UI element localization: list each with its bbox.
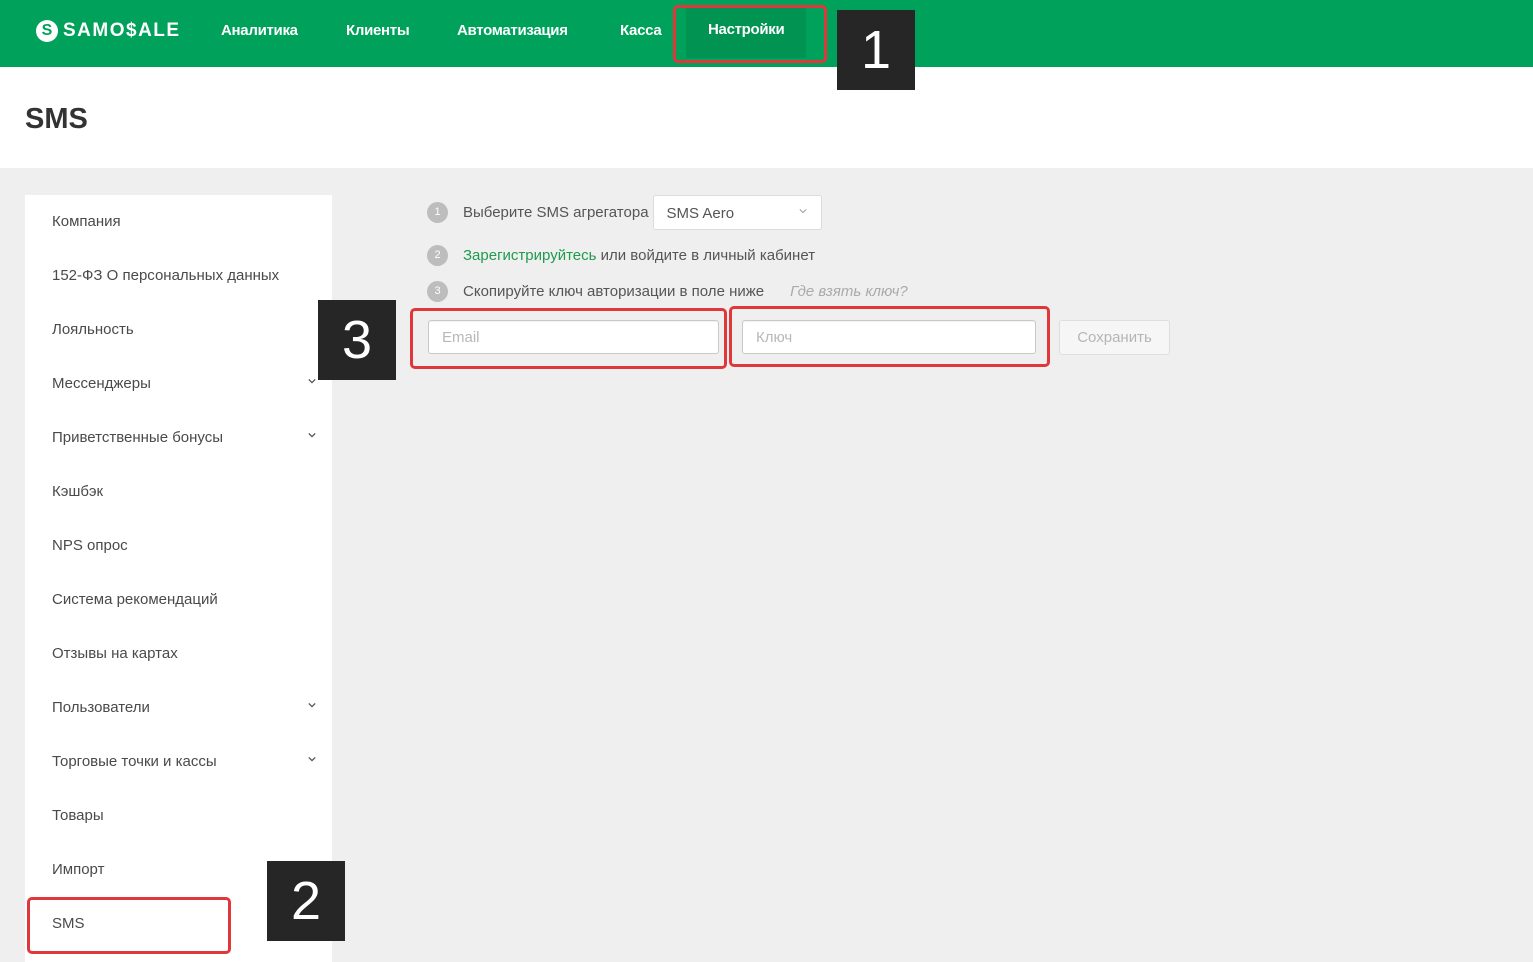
nav-item-settings[interactable]: Настройки	[686, 8, 807, 58]
sidebar-item-label: Приветственные бонусы	[52, 429, 224, 446]
nav-item-clients[interactable]: Клиенты	[346, 0, 410, 61]
api-key-input[interactable]	[742, 320, 1036, 354]
logo-text: SAMO$ALE	[63, 20, 181, 41]
sidebar-item-nps[interactable]: NPS опрос	[25, 519, 332, 573]
sidebar-item-personal-data[interactable]: 152-ФЗ О персональных данных	[25, 249, 332, 303]
annotation-badge-3: 3	[318, 300, 396, 380]
step-1: 1 Выберите SMS агрегатора SMS Aero	[427, 195, 822, 230]
sidebar-item-outlets[interactable]: Торговые точки и кассы	[25, 735, 332, 789]
save-button[interactable]: Сохранить	[1059, 320, 1170, 355]
annotation-badge-1: 1	[837, 10, 915, 90]
chevron-down-icon[interactable]	[308, 431, 316, 439]
step-number: 1	[427, 202, 448, 223]
sidebar-item-loyalty[interactable]: Лояльность	[25, 303, 332, 357]
logo-mark-icon: S	[36, 20, 58, 42]
sidebar-item-products[interactable]: Товары	[25, 789, 332, 843]
register-link[interactable]: Зарегистрируйтесь	[463, 247, 596, 264]
sidebar-item-welcome-bonuses[interactable]: Приветственные бонусы	[25, 411, 332, 465]
chevron-down-icon[interactable]	[308, 755, 316, 763]
step-number: 2	[427, 245, 448, 266]
annotation-badge-2: 2	[267, 861, 345, 941]
step-text: или войдите в личный кабинет	[596, 247, 816, 264]
sidebar-item-label: Компания	[52, 213, 121, 230]
page-title: SMS	[25, 103, 88, 135]
top-nav-bar: S SAMO$ALE Аналитика Клиенты Автоматизац…	[0, 0, 1533, 67]
sidebar-item-label: 152-ФЗ О персональных данных	[52, 267, 280, 284]
nav-item-automation[interactable]: Автоматизация	[457, 0, 568, 61]
where-to-get-key-link[interactable]: Где взять ключ?	[790, 283, 908, 300]
sidebar-item-label: Мессенджеры	[52, 375, 151, 392]
samosale-logo[interactable]: S SAMO$ALE	[36, 19, 181, 43]
sidebar-item-company[interactable]: Компания	[25, 195, 332, 249]
sidebar-item-label: Кэшбэк	[52, 483, 104, 500]
nav-item-analytics[interactable]: Аналитика	[221, 0, 298, 61]
sidebar-item-cashback[interactable]: Кэшбэк	[25, 465, 332, 519]
sidebar-item-messengers[interactable]: Мессенджеры	[25, 357, 332, 411]
sidebar-item-label: NPS опрос	[52, 537, 128, 554]
sidebar-item-map-reviews[interactable]: Отзывы на картах	[25, 627, 332, 681]
select-value: SMS Aero	[666, 205, 735, 222]
step-2: 2 Зарегистрируйтесь или войдите в личный…	[427, 245, 815, 266]
sidebar-item-users[interactable]: Пользователи	[25, 681, 332, 735]
step-3: 3 Скопируйте ключ авторизации в поле ниж…	[427, 281, 908, 302]
sidebar-item-label: Товары	[52, 807, 104, 824]
step-number: 3	[427, 281, 448, 302]
sidebar-item-label: Система рекомендаций	[52, 591, 218, 608]
nav-item-cashdesk[interactable]: Касса	[620, 0, 662, 61]
chevron-down-icon[interactable]	[308, 377, 316, 385]
sidebar-item-label: Торговые точки и кассы	[52, 753, 217, 770]
email-input[interactable]	[428, 320, 719, 354]
chevron-down-icon[interactable]	[308, 701, 316, 709]
sidebar-item-recommendations[interactable]: Система рекомендаций	[25, 573, 332, 627]
page-header: SMS	[0, 67, 1533, 168]
sms-aggregator-select[interactable]: SMS Aero	[652, 195, 822, 230]
step-text: Скопируйте ключ авторизации в поле ниже	[463, 283, 765, 300]
sidebar-item-label: Лояльность	[52, 321, 134, 338]
sidebar-item-label: SMS	[52, 915, 85, 932]
step-text: Выберите SMS агрегатора	[463, 204, 649, 221]
settings-sidebar: Компания 152-ФЗ О персональных данных Ло…	[25, 195, 332, 962]
chevron-down-icon	[799, 209, 807, 214]
sidebar-item-label: Импорт	[52, 861, 105, 878]
sidebar-item-label: Отзывы на картах	[52, 645, 178, 662]
sidebar-item-label: Пользователи	[52, 699, 150, 716]
